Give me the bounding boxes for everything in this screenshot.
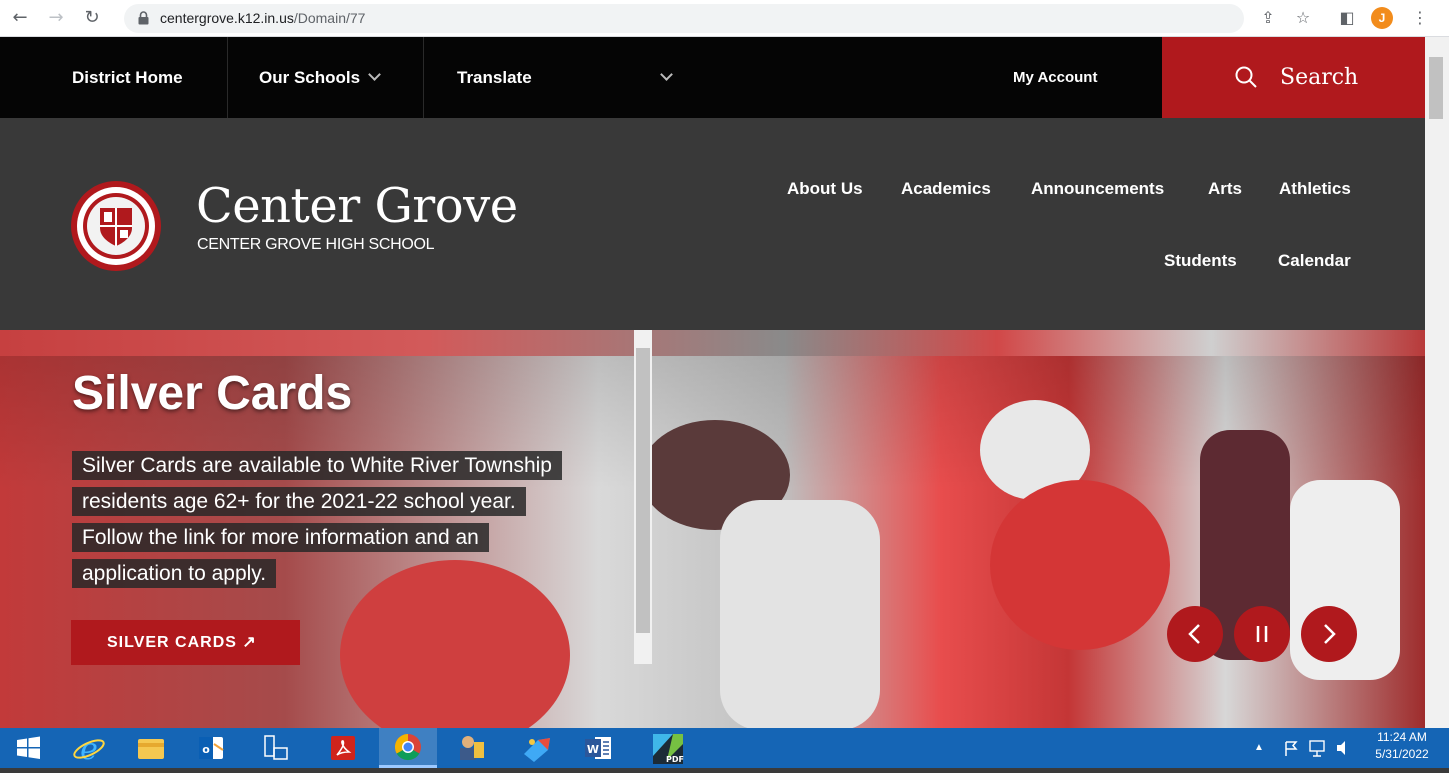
nav-academics[interactable]: Academics bbox=[901, 179, 991, 199]
hero-photo-shape bbox=[990, 480, 1170, 650]
show-hidden-icons-icon[interactable]: ▲ bbox=[1248, 728, 1270, 768]
site-subtitle: CENTER GROVE HIGH SCHOOL bbox=[197, 236, 435, 253]
profile-avatar[interactable]: J bbox=[1371, 7, 1393, 29]
my-account-link[interactable]: My Account bbox=[1013, 37, 1097, 118]
search-label: Search bbox=[1280, 65, 1359, 90]
silver-cards-label: SILVER CARDS bbox=[107, 634, 237, 651]
address-bar[interactable]: centergrove.k12.in.us/Domain/77 bbox=[124, 4, 1244, 33]
translate-label[interactable]: Translate bbox=[457, 37, 532, 118]
hero-description: Silver Cards are available to White Rive… bbox=[72, 448, 562, 592]
file-explorer-icon bbox=[138, 739, 164, 759]
hero-scrollbar-thumb[interactable] bbox=[636, 348, 650, 633]
search-button[interactable]: Search bbox=[1162, 37, 1425, 118]
hero-photo-band bbox=[0, 330, 1425, 356]
launcher-button[interactable] bbox=[510, 728, 564, 768]
clock-time: 11:24 AM bbox=[1377, 730, 1427, 744]
svg-text:o: o bbox=[202, 743, 210, 756]
word-button[interactable]: W bbox=[571, 728, 625, 768]
chevron-down-icon bbox=[660, 68, 673, 81]
share-icon[interactable]: ⇪ bbox=[1256, 6, 1280, 30]
clock-date: 5/31/2022 bbox=[1375, 747, 1429, 761]
divider bbox=[227, 37, 228, 118]
our-schools-label: Our Schools bbox=[259, 68, 361, 87]
search-icon bbox=[1235, 66, 1257, 88]
page-scrollbar-thumb[interactable] bbox=[1429, 57, 1443, 119]
side-panel-icon[interactable]: ◧ bbox=[1335, 6, 1359, 30]
app-icon bbox=[524, 738, 550, 762]
hero-scrollbar[interactable] bbox=[634, 330, 652, 664]
page-scrollbar[interactable] bbox=[1425, 37, 1449, 728]
nav-announcements[interactable]: Announcements bbox=[1031, 179, 1164, 199]
forward-icon[interactable]: → bbox=[44, 6, 68, 30]
action-center-flag-icon[interactable] bbox=[1280, 728, 1302, 768]
our-schools-dropdown[interactable]: Our Schools bbox=[259, 37, 381, 118]
hero-title: Silver Cards bbox=[72, 367, 353, 420]
site-title[interactable]: Center Grove bbox=[196, 178, 518, 234]
admin-tool-button[interactable] bbox=[444, 728, 498, 768]
url-text: centergrove.k12.in.us/Domain/77 bbox=[160, 10, 366, 26]
hero-slideshow: Silver Cards Silver Cards are available … bbox=[0, 330, 1425, 728]
hero-photo-shape bbox=[720, 500, 880, 728]
bookmark-star-icon[interactable]: ☆ bbox=[1291, 6, 1315, 30]
chrome-button[interactable] bbox=[379, 728, 437, 768]
network-tray-icon[interactable] bbox=[1306, 728, 1328, 768]
network-icon bbox=[264, 735, 288, 760]
pause-slide-button[interactable] bbox=[1234, 606, 1290, 662]
back-icon[interactable]: ← bbox=[8, 6, 32, 30]
nav-about-us[interactable]: About Us bbox=[787, 179, 863, 199]
chrome-icon bbox=[394, 733, 421, 761]
previous-slide-button[interactable] bbox=[1167, 606, 1223, 662]
silver-cards-button[interactable]: SILVER CARDS ↗ bbox=[71, 620, 300, 665]
nav-arts[interactable]: Arts bbox=[1208, 179, 1242, 199]
next-slide-button[interactable] bbox=[1301, 606, 1357, 662]
system-clock[interactable]: 11:24 AM 5/31/2022 bbox=[1362, 729, 1442, 763]
start-button[interactable] bbox=[0, 728, 56, 768]
site-header: Center Grove CENTER GROVE HIGH SCHOOL Ab… bbox=[0, 118, 1425, 330]
outlook-button[interactable]: o bbox=[185, 728, 239, 768]
lock-icon bbox=[138, 11, 149, 25]
internet-explorer-button[interactable]: e bbox=[62, 728, 116, 768]
internet-explorer-icon: e bbox=[73, 732, 105, 767]
volume-icon[interactable] bbox=[1332, 728, 1354, 768]
menu-kebab-icon[interactable]: ⋮ bbox=[1408, 6, 1432, 30]
district-home-link[interactable]: District Home bbox=[72, 37, 183, 118]
pdf-icon: PDF bbox=[653, 734, 684, 764]
acrobat-icon bbox=[331, 736, 355, 760]
word-icon: W bbox=[585, 737, 611, 759]
svg-text:e: e bbox=[80, 732, 98, 767]
outlook-icon: o bbox=[199, 737, 224, 759]
utility-nav: District Home Our Schools Translate My A… bbox=[0, 37, 1425, 118]
app-icon bbox=[460, 736, 484, 760]
nav-students[interactable]: Students bbox=[1164, 251, 1237, 271]
file-explorer-button[interactable] bbox=[124, 728, 178, 768]
svg-text:W: W bbox=[587, 743, 599, 756]
external-link-icon: ↗ bbox=[242, 634, 257, 651]
svg-text:PDF: PDF bbox=[666, 755, 684, 764]
browser-toolbar: ← → ↻ centergrove.k12.in.us/Domain/77 ⇪ … bbox=[0, 0, 1449, 37]
windows-taskbar: e o W PDF ▲ 11:24 AM 5/31/2022 bbox=[0, 728, 1449, 768]
chevron-right-icon bbox=[1324, 624, 1336, 644]
chevron-down-icon bbox=[368, 68, 381, 81]
hero-description-text: Silver Cards are available to White Rive… bbox=[72, 451, 562, 588]
start-icon bbox=[17, 736, 40, 759]
pause-icon bbox=[1256, 626, 1268, 642]
pdf-app-button[interactable]: PDF bbox=[637, 728, 699, 768]
divider bbox=[423, 37, 424, 118]
chevron-left-icon bbox=[1188, 624, 1200, 644]
acrobat-button[interactable] bbox=[317, 728, 371, 768]
reload-icon[interactable]: ↻ bbox=[80, 6, 104, 30]
network-app-button[interactable] bbox=[247, 728, 301, 768]
nav-athletics[interactable]: Athletics bbox=[1279, 179, 1351, 199]
translate-dropdown[interactable] bbox=[652, 37, 673, 118]
school-seal-logo[interactable] bbox=[70, 180, 162, 272]
nav-calendar[interactable]: Calendar bbox=[1278, 251, 1351, 271]
